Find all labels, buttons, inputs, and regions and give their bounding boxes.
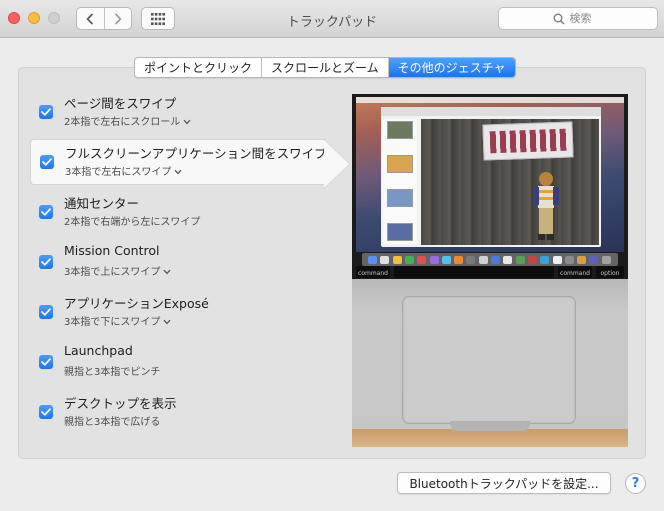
- gesture-checkbox[interactable]: [39, 205, 53, 219]
- chevron-down-icon: [183, 117, 191, 128]
- gesture-title: Mission Control: [64, 243, 160, 258]
- laptop-chassis: [352, 279, 628, 447]
- gesture-checkbox[interactable]: [39, 355, 53, 369]
- checkmark-icon: [41, 308, 51, 316]
- search-input[interactable]: [569, 12, 604, 25]
- key-command-left: command: [356, 266, 390, 278]
- gesture-subtitle: 親指と3本指で広げる: [64, 417, 161, 428]
- preview-screen: [356, 97, 624, 252]
- checkmark-icon: [41, 208, 51, 216]
- gesture-title: Launchpad: [64, 343, 133, 358]
- tab-point-and-click[interactable]: ポイントとクリック: [135, 58, 261, 77]
- gesture-title: フルスクリーンアプリケーション間をスワイプ: [65, 146, 327, 161]
- chevron-down-icon: [163, 267, 171, 278]
- preview-app-window: [381, 107, 601, 247]
- dock-app-icon: [589, 256, 599, 264]
- gesture-description: 親指と3本指で広げる: [64, 413, 160, 428]
- tab-more-gestures[interactable]: その他のジェスチャ: [387, 58, 515, 77]
- checkmark-icon: [41, 108, 51, 116]
- dock-app-icon: [454, 256, 464, 264]
- dock-app-icon: [380, 256, 390, 264]
- key-option-right: option: [596, 266, 624, 278]
- preview-menubar: [356, 97, 624, 103]
- tab-bar: ポイントとクリック スクロールとズーム その他のジェスチャ: [134, 57, 516, 78]
- dock-app-icon: [368, 256, 377, 264]
- gesture-row[interactable]: ページ間をスワイプ 2本指で左右にスクロール: [39, 90, 339, 136]
- checkmark-icon: [41, 408, 51, 416]
- checkmark-icon: [41, 358, 51, 366]
- gesture-description: 2本指で右端から左にスワイプ: [64, 213, 200, 228]
- tab-scroll-and-zoom[interactable]: スクロールとズーム: [261, 58, 388, 77]
- dock-app-icon: [540, 256, 550, 264]
- gesture-title: デスクトップを表示: [64, 396, 177, 411]
- preview-keyboard-row: command command option: [352, 266, 628, 279]
- trackpad-illustration: [402, 296, 576, 424]
- gesture-row[interactable]: デスクトップを表示親指と3本指で広げる: [39, 390, 339, 436]
- dock-app-icon: [552, 256, 562, 264]
- gesture-row[interactable]: Launchpad 親指と3本指でピンチ: [39, 340, 339, 386]
- gesture-checkbox[interactable]: [39, 405, 53, 419]
- dock-app-icon: [527, 256, 537, 264]
- checkmark-icon: [42, 158, 52, 166]
- gesture-subtitle: 3本指で左右にスワイプ: [65, 167, 172, 178]
- gesture-checkbox[interactable]: [39, 305, 53, 319]
- chevron-down-icon: [174, 167, 182, 178]
- search-icon: [553, 13, 564, 24]
- gesture-checkbox[interactable]: [40, 155, 54, 169]
- settings-panel: ページ間をスワイプ 2本指で左右にスクロールフルスクリーンアプリケーション間をスワ…: [18, 67, 646, 459]
- preview-dock: [362, 253, 618, 266]
- dock-app-icon: [441, 256, 451, 264]
- dock-app-icon: [429, 256, 439, 264]
- title-bar: トラックパッド: [0, 0, 664, 38]
- chevron-down-icon: [163, 317, 171, 328]
- gesture-subtitle: 3本指で下にスワイプ: [64, 317, 161, 328]
- gesture-option-popup[interactable]: 2本指で左右にスクロール: [64, 113, 191, 128]
- gesture-row[interactable]: Mission Control 3本指で上にスワイプ: [39, 240, 339, 286]
- preview-photo: [421, 119, 599, 245]
- gesture-checkbox[interactable]: [39, 105, 53, 119]
- gesture-subtitle: 3本指で上にスワイプ: [64, 267, 161, 278]
- dock-app-icon: [515, 256, 525, 264]
- gesture-option-popup[interactable]: 3本指で下にスワイプ: [64, 313, 171, 328]
- help-button[interactable]: ?: [625, 473, 646, 494]
- dock-app-icon: [577, 256, 587, 264]
- setup-bluetooth-trackpad-button[interactable]: Bluetoothトラックパッドを設定...: [397, 472, 611, 494]
- dock-app-icon: [491, 256, 500, 264]
- gesture-title: アプリケーションExposé: [64, 296, 209, 311]
- dock-app-icon: [564, 256, 574, 264]
- laptop-screen-bezel: command command option: [352, 94, 628, 279]
- gesture-row[interactable]: アプリケーションExposé 3本指で下にスワイプ: [39, 290, 339, 336]
- gesture-preview: command command option: [352, 94, 628, 447]
- gesture-row[interactable]: フルスクリーンアプリケーション間をスワイプ 3本指で左右にスワイプ: [30, 139, 350, 189]
- gesture-checkbox[interactable]: [39, 255, 53, 269]
- dock-app-icon: [404, 256, 414, 264]
- search-field[interactable]: [498, 7, 658, 30]
- dock-app-icon: [601, 256, 611, 264]
- dock-app-icon: [392, 256, 402, 264]
- gesture-description: 親指と3本指でピンチ: [64, 363, 160, 378]
- preview-thumbnails: [383, 119, 417, 244]
- gesture-subtitle: 親指と3本指でピンチ: [64, 367, 161, 378]
- gesture-title: 通知センター: [64, 196, 140, 211]
- dock-app-icon: [503, 256, 513, 264]
- dock-app-icon: [478, 256, 488, 264]
- checkmark-icon: [41, 258, 51, 266]
- gesture-option-popup[interactable]: 3本指で上にスワイプ: [64, 263, 171, 278]
- dock-app-icon: [417, 256, 427, 264]
- person-figure: [533, 172, 559, 240]
- key-space: [394, 266, 554, 278]
- gesture-subtitle: 2本指で右端から左にスワイプ: [64, 217, 201, 228]
- gesture-title: ページ間をスワイプ: [64, 96, 177, 111]
- dock-app-icon: [466, 256, 476, 264]
- gesture-row[interactable]: 通知センター 2本指で右端から左にスワイプ: [39, 190, 339, 236]
- gesture-option-popup[interactable]: 3本指で左右にスワイプ: [65, 163, 182, 178]
- gesture-subtitle: 2本指で左右にスクロール: [64, 117, 181, 128]
- key-command-right: command: [558, 266, 592, 278]
